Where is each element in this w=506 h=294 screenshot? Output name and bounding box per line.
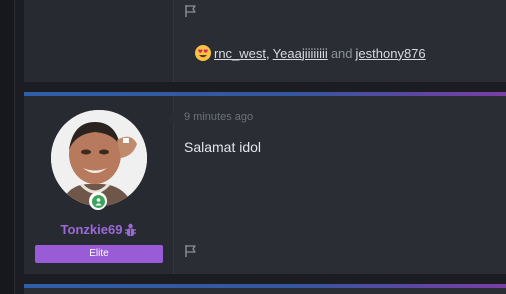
- reaction-user-link[interactable]: Yeaajiiiiiiii: [273, 46, 328, 61]
- previous-post: rnc_west, Yeaajiiiiiiii and jesthony876: [24, 0, 506, 82]
- rank-badge: Elite: [35, 245, 163, 263]
- speech-caret: [168, 111, 175, 125]
- heart-eyes-emoji-icon[interactable]: [194, 44, 212, 62]
- report-flag-icon[interactable]: [184, 4, 198, 18]
- post-author-panel: Tonzkie69 Elite: [24, 96, 174, 274]
- rail-divider: [14, 0, 15, 294]
- previous-post-author-panel: [24, 0, 174, 82]
- forum-post: Tonzkie69 Elite 9 minutes ago Salamat id…: [24, 92, 506, 274]
- reaction-bar: rnc_west, Yeaajiiiiiiii and jesthony876: [194, 44, 426, 62]
- post-message: Salamat idol: [184, 139, 262, 155]
- username-text[interactable]: Tonzkie69: [61, 222, 123, 237]
- next-post: [24, 284, 506, 294]
- bug-icon: [124, 223, 137, 237]
- reaction-user-link[interactable]: jesthony876: [356, 46, 426, 61]
- next-post-accent-bar: [24, 284, 506, 288]
- report-flag-icon[interactable]: [184, 244, 198, 258]
- reaction-user-link[interactable]: rnc_west: [214, 46, 266, 61]
- left-rail: [0, 0, 14, 294]
- online-status-icon: [89, 192, 107, 210]
- reaction-separator: ,: [266, 45, 270, 61]
- post-author-username[interactable]: Tonzkie69: [24, 222, 174, 237]
- reaction-and-text: and: [330, 45, 353, 61]
- post-timestamp[interactable]: 9 minutes ago: [184, 111, 253, 123]
